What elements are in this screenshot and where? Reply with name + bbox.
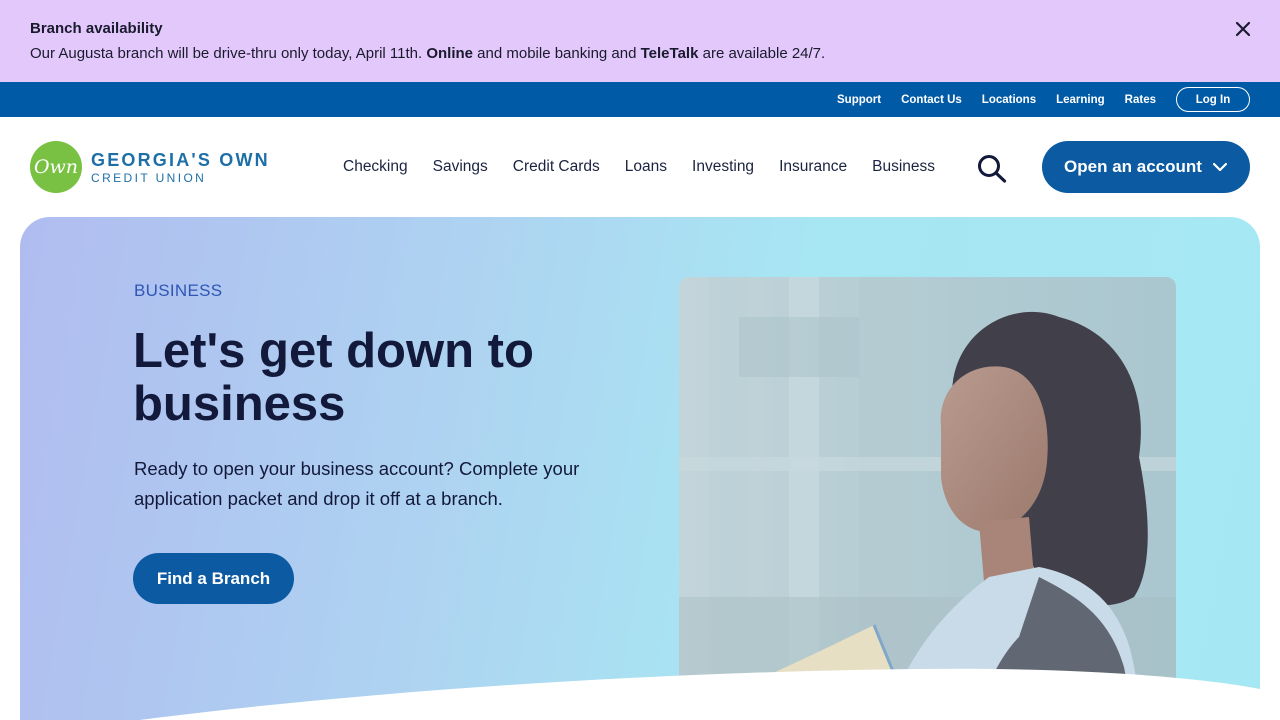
nav-item-savings[interactable]: Savings xyxy=(433,158,488,176)
alert-banner: Branch availability Our Augusta branch w… xyxy=(0,0,1280,82)
logo-mark: Own xyxy=(30,141,82,193)
alert-title: Branch availability xyxy=(30,20,163,37)
hero-headline: Let's get down to business xyxy=(133,324,534,431)
alert-message: Our Augusta branch will be drive-thru on… xyxy=(30,44,1250,64)
hero-eyebrow: BUSINESS xyxy=(134,281,223,300)
logo-text: GEORGIA'S OWN CREDIT UNION xyxy=(91,151,270,184)
hero-subcopy: Ready to open your business account? Com… xyxy=(134,458,580,509)
main-header: Own GEORGIA'S OWN CREDIT UNION Checking … xyxy=(0,117,1280,217)
utility-link-rates[interactable]: Rates xyxy=(1125,94,1156,106)
alert-message-text-2: and mobile banking and xyxy=(473,45,641,62)
find-branch-button[interactable]: Find a Branch xyxy=(133,553,294,604)
close-icon[interactable] xyxy=(1232,18,1254,40)
utility-link-locations[interactable]: Locations xyxy=(982,94,1036,106)
hero-section: BUSINESS Let's get down to business Read… xyxy=(20,217,1260,720)
hero-wave xyxy=(139,668,1260,720)
alert-message-teletalk: TeleTalk xyxy=(640,45,699,62)
utility-link-contact-us[interactable]: Contact Us xyxy=(901,94,962,106)
alert-message-text-1: Our Augusta branch will be drive-thru on… xyxy=(30,45,427,62)
nav-item-business[interactable]: Business xyxy=(872,158,935,176)
login-button[interactable]: Log In xyxy=(1176,87,1250,112)
utility-link-support[interactable]: Support xyxy=(837,94,881,106)
hero-photo xyxy=(679,277,1176,720)
alert-message-online: Online xyxy=(426,45,473,62)
utility-bar: Support Contact Us Locations Learning Ra… xyxy=(0,82,1280,117)
logo[interactable]: Own GEORGIA'S OWN CREDIT UNION xyxy=(30,141,270,193)
alert-message-text-3: are available 24/7. xyxy=(698,45,826,62)
nav-item-credit-cards[interactable]: Credit Cards xyxy=(513,158,600,176)
logo-subtitle: CREDIT UNION xyxy=(91,170,207,185)
chevron-down-icon xyxy=(1212,157,1228,177)
main-nav: Checking Savings Credit Cards Loans Inve… xyxy=(343,117,935,217)
open-account-button[interactable]: Open an account xyxy=(1042,141,1250,193)
logo-name: GEORGIA'S OWN xyxy=(91,149,270,170)
open-account-label: Open an account xyxy=(1064,157,1202,176)
nav-item-investing[interactable]: Investing xyxy=(692,158,754,176)
utility-link-learning[interactable]: Learning xyxy=(1056,94,1105,106)
nav-item-checking[interactable]: Checking xyxy=(343,158,408,176)
nav-item-loans[interactable]: Loans xyxy=(625,158,667,176)
search-icon[interactable] xyxy=(976,153,1008,183)
utility-links: Support Contact Us Locations Learning Ra… xyxy=(837,82,1156,117)
nav-item-insurance[interactable]: Insurance xyxy=(779,158,847,176)
